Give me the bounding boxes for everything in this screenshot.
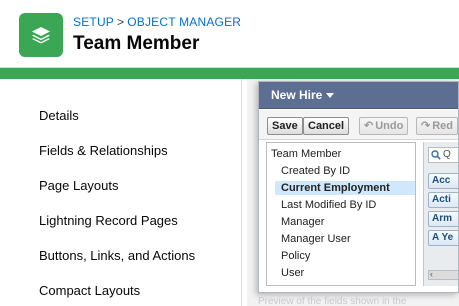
palette-scrollbar[interactable]: ‹ <box>428 269 458 280</box>
sidebar-item-lightning-record-pages[interactable]: Lightning Record Pages <box>39 213 178 228</box>
sidebar-item-fields-relationships[interactable]: Fields & Relationships <box>39 143 168 158</box>
redo-button[interactable]: ↷ Red <box>416 117 458 135</box>
palette-search-placeholder: Q <box>443 149 451 160</box>
palette-chip[interactable]: Acc <box>428 173 458 189</box>
sidebar-item-compact-layouts[interactable]: Compact Layouts <box>39 283 140 298</box>
editor-toolbar: Save Cancel ↶ Undo ↷ Red <box>259 110 458 140</box>
layout-selector[interactable]: New Hire <box>259 82 458 109</box>
breadcrumb-separator: > <box>117 15 125 29</box>
tree-item-last-modified-by-id[interactable]: Last Modified By ID <box>275 198 415 212</box>
breadcrumb-setup[interactable]: SETUP <box>73 15 114 29</box>
redo-icon: ↷ <box>421 120 431 132</box>
breadcrumb: SETUP > OBJECT MANAGER <box>73 15 241 29</box>
tree-item-created-by-id[interactable]: Created By ID <box>275 164 415 178</box>
layout-name[interactable]: New Hire <box>271 88 322 102</box>
palette-chip[interactable]: A Ye <box>428 230 458 246</box>
palette-chip[interactable]: Arm <box>428 211 458 227</box>
undo-icon: ↶ <box>364 120 374 132</box>
sidebar: Details Fields & Relationships Page Layo… <box>8 79 242 306</box>
undo-label: Undo <box>375 120 404 132</box>
save-button[interactable]: Save <box>267 117 303 135</box>
cancel-button[interactable]: Cancel <box>303 117 350 135</box>
undo-button[interactable]: ↶ Undo <box>359 117 409 135</box>
breadcrumb-object-manager[interactable]: OBJECT MANAGER <box>127 15 241 29</box>
tree-item-user[interactable]: User <box>275 266 415 280</box>
tree-item-manager[interactable]: Manager <box>275 215 415 229</box>
chevron-down-icon[interactable] <box>326 93 334 98</box>
sidebar-item-details[interactable]: Details <box>39 108 79 123</box>
tree-item-policy[interactable]: Policy <box>275 249 415 263</box>
field-tree: Team Member Created By ID Current Employ… <box>266 142 416 286</box>
header-accent-bar <box>0 68 459 79</box>
palette-search-input[interactable]: Q <box>428 147 458 163</box>
search-icon <box>431 150 441 160</box>
palette-chip[interactable]: Acti <box>428 192 458 208</box>
layers-icon <box>19 13 63 57</box>
redo-label: Red <box>432 120 453 132</box>
tree-root[interactable]: Team Member <box>271 148 341 160</box>
sidebar-item-page-layouts[interactable]: Page Layouts <box>39 178 119 193</box>
page-title: Team Member <box>73 33 200 54</box>
tree-item-manager-user[interactable]: Manager User <box>275 232 415 246</box>
layout-editor-panel: New Hire Save Cancel ↶ Undo ↷ Red Team Mem… <box>258 81 459 293</box>
sidebar-item-buttons-links-actions[interactable]: Buttons, Links, and Actions <box>39 248 195 263</box>
tree-item-current-employment[interactable]: Current Employment <box>275 181 415 195</box>
field-palette: Q Acc Acti Arm A Ye ‹ <box>423 142 458 286</box>
page-header: SETUP > OBJECT MANAGER Team Member <box>0 0 459 68</box>
editor-footer-hint: Preview of the fields shown in the <box>258 296 407 306</box>
scroll-left-icon[interactable]: ‹ <box>430 269 433 279</box>
